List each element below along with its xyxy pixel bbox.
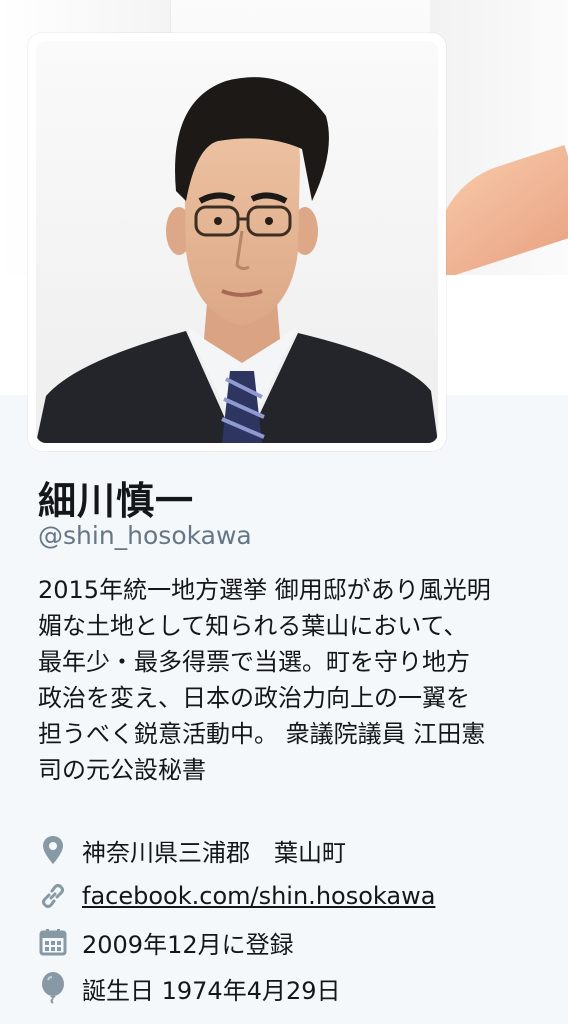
website-row: facebook.com/shin.hosokawa: [38, 878, 435, 914]
calendar-icon: [38, 927, 68, 957]
avatar-frame[interactable]: [28, 33, 446, 451]
avatar[interactable]: [36, 41, 438, 443]
location-text: 神奈川県三浦郡 葉山町: [82, 838, 346, 867]
joined-row: 2009年12月に登録: [38, 924, 294, 960]
link-icon: [38, 881, 68, 911]
birthday-row: 誕生日 1974年4月29日: [38, 970, 341, 1006]
location-row: 神奈川県三浦郡 葉山町: [38, 832, 346, 868]
balloon-icon: [38, 972, 68, 1004]
birthday-text: 誕生日 1974年4月29日: [82, 976, 341, 1005]
profile-name[interactable]: 細川慎一: [38, 470, 194, 525]
profile-bio: 2015年統一地方選挙 御用邸があり風光明 媚な土地として知られる葉山において、…: [38, 576, 491, 784]
profile-handle[interactable]: @shin_hosokawa: [38, 521, 252, 550]
website-link[interactable]: facebook.com/shin.hosokawa: [82, 882, 435, 910]
avatar-portrait: [36, 41, 438, 443]
location-pin-icon: [38, 835, 68, 865]
joined-text: 2009年12月に登録: [82, 930, 294, 959]
